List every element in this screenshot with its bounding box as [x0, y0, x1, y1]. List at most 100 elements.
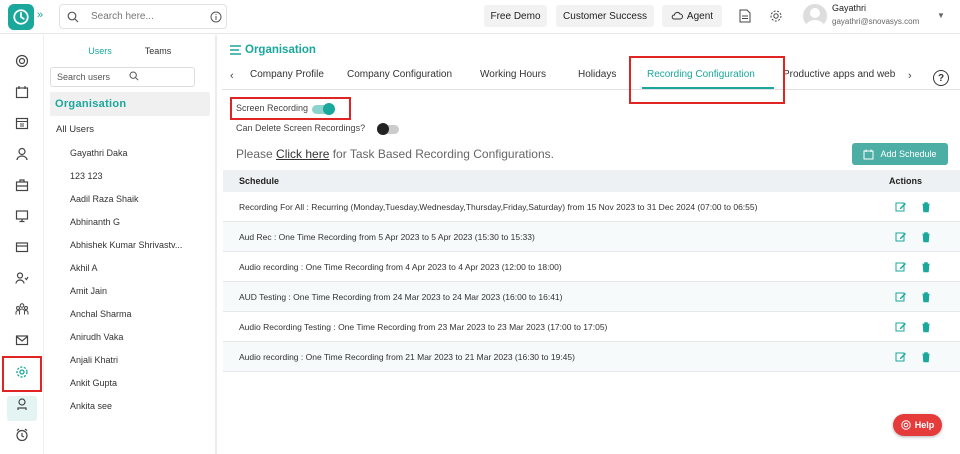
help-button[interactable]: Help: [893, 414, 942, 436]
schedule-text: Recording For All : Recurring (Monday,Tu…: [239, 202, 758, 212]
note-prefix: Please: [236, 147, 277, 161]
user-search[interactable]: Search users: [50, 67, 195, 87]
delete-icon[interactable]: [920, 321, 932, 333]
chevron-right-icon[interactable]: ›: [908, 70, 912, 82]
table-row: Aud Rec : One Time Recording from 5 Apr …: [223, 222, 960, 252]
note-suffix: for Task Based Recording Configurations.: [329, 147, 554, 161]
tab-productive-apps[interactable]: Productive apps and web: [783, 69, 895, 80]
badge-icon[interactable]: [12, 394, 32, 414]
app-logo[interactable]: [8, 4, 34, 30]
avatar[interactable]: [803, 4, 827, 28]
edit-icon[interactable]: [895, 231, 907, 243]
global-search[interactable]: Search here...: [59, 4, 227, 29]
click-here-link[interactable]: Click here: [276, 147, 329, 161]
toggle-knob: [323, 103, 335, 115]
tab-company-profile[interactable]: Company Profile: [250, 69, 324, 80]
settings-nav-highlight: [2, 356, 42, 392]
chevron-left-icon[interactable]: ‹: [230, 70, 234, 82]
list-item[interactable]: Abhinanth G: [70, 217, 210, 240]
user-icon[interactable]: [12, 144, 32, 164]
schedule-text: Aud Rec : One Time Recording from 5 Apr …: [239, 232, 535, 242]
tab-teams[interactable]: Teams: [134, 46, 182, 56]
card-icon[interactable]: [12, 237, 32, 257]
menu-icon[interactable]: [230, 45, 241, 55]
dashboard-icon[interactable]: [12, 51, 32, 71]
table-row: Audio Recording Testing : One Time Recor…: [223, 312, 960, 342]
edit-icon[interactable]: [895, 321, 907, 333]
chevron-down-icon[interactable]: ▼: [937, 11, 945, 20]
list-item[interactable]: 123 123: [70, 171, 210, 194]
column-schedule: Schedule: [239, 176, 280, 186]
delete-icon[interactable]: [920, 351, 932, 363]
search-icon: [62, 11, 84, 23]
customer-success-button[interactable]: Customer Success: [556, 5, 654, 27]
edit-icon[interactable]: [895, 201, 907, 213]
edit-icon[interactable]: [895, 351, 907, 363]
list-item[interactable]: Ankita see: [70, 401, 210, 409]
tab-holidays[interactable]: Holidays: [578, 69, 616, 80]
edit-icon[interactable]: [895, 291, 907, 303]
calendar-icon[interactable]: [12, 82, 32, 102]
panel-divider: [215, 35, 217, 454]
can-delete-toggle[interactable]: [377, 123, 399, 135]
agent-label: Agent: [686, 10, 714, 22]
free-demo-button[interactable]: Free Demo: [484, 5, 547, 27]
schedule-text: Audio recording : One Time Recording fro…: [239, 352, 575, 362]
list-item[interactable]: Gayathri Daka: [70, 148, 210, 171]
organisation-heading[interactable]: Organisation: [50, 92, 210, 116]
help-label: Help: [914, 420, 935, 430]
list-item[interactable]: Anchal Sharma: [70, 309, 210, 332]
table-row: Audio recording : One Time Recording fro…: [223, 252, 960, 282]
list-item[interactable]: Anjali Khatri: [70, 355, 210, 378]
toggle-knob: [377, 123, 389, 135]
schedule-table: Schedule Actions Recording For All : Rec…: [223, 170, 960, 372]
briefcase-icon[interactable]: [12, 175, 32, 195]
schedule-text: AUD Testing : One Time Recording from 24…: [239, 292, 563, 302]
alarm-icon[interactable]: [12, 425, 32, 445]
monitor-icon[interactable]: [12, 206, 32, 226]
user-panel-tabs: Users Teams: [48, 43, 214, 63]
edit-icon[interactable]: [895, 261, 907, 273]
delete-icon[interactable]: [920, 291, 932, 303]
gear-icon[interactable]: [766, 6, 786, 26]
help-circle-icon: [901, 420, 911, 430]
page-title: Organisation: [230, 44, 316, 56]
tab-users[interactable]: Users: [76, 46, 124, 56]
agent-button[interactable]: Agent: [662, 5, 722, 27]
can-delete-label: Can Delete Screen Recordings?: [236, 123, 366, 133]
table-row: Recording For All : Recurring (Monday,Tu…: [223, 192, 960, 222]
tab-working-hours[interactable]: Working Hours: [480, 69, 546, 80]
schedule-text: Audio Recording Testing : One Time Recor…: [239, 322, 608, 332]
list-item[interactable]: Akhil A: [70, 263, 210, 286]
document-icon[interactable]: [735, 6, 755, 26]
delete-icon[interactable]: [920, 231, 932, 243]
team-icon[interactable]: [12, 299, 32, 319]
delete-icon[interactable]: [920, 201, 932, 213]
table-row: AUD Testing : One Time Recording from 24…: [223, 282, 960, 312]
user-search-input[interactable]: Search users: [57, 72, 123, 82]
info-icon[interactable]: [206, 11, 226, 23]
add-schedule-button[interactable]: Add Schedule: [852, 143, 948, 165]
table-header: Schedule Actions: [223, 170, 960, 192]
user-list: Gayathri Daka 123 123 Aadil Raza Shaik A…: [70, 148, 210, 409]
list-item[interactable]: Aadil Raza Shaik: [70, 194, 210, 217]
list-item[interactable]: Anirudh Vaka: [70, 332, 210, 355]
task-recording-note: Please Click here for Task Based Recordi…: [236, 147, 554, 161]
people-icon[interactable]: [12, 268, 32, 288]
cloud-icon: [671, 11, 683, 20]
list-item[interactable]: Amit Jain: [70, 286, 210, 309]
help-question-icon[interactable]: ?: [933, 70, 949, 86]
all-users-item[interactable]: All Users: [56, 124, 94, 135]
list-item[interactable]: Abhishek Kumar Shrivastv...: [70, 240, 210, 263]
timesheet-icon[interactable]: [12, 113, 32, 133]
recording-tab-highlight: [629, 56, 785, 104]
delete-icon[interactable]: [920, 261, 932, 273]
mail-icon[interactable]: [12, 330, 32, 350]
clock-logo-icon: [13, 9, 29, 25]
list-item[interactable]: Ankit Gupta: [70, 378, 210, 401]
screen-recording-toggle[interactable]: [312, 103, 335, 115]
user-panel: Users Teams Search users Organisation Al…: [48, 35, 214, 454]
search-input[interactable]: Search here...: [91, 11, 206, 22]
tab-company-configuration[interactable]: Company Configuration: [347, 69, 452, 80]
expand-sidebar-icon[interactable]: »: [37, 9, 43, 21]
